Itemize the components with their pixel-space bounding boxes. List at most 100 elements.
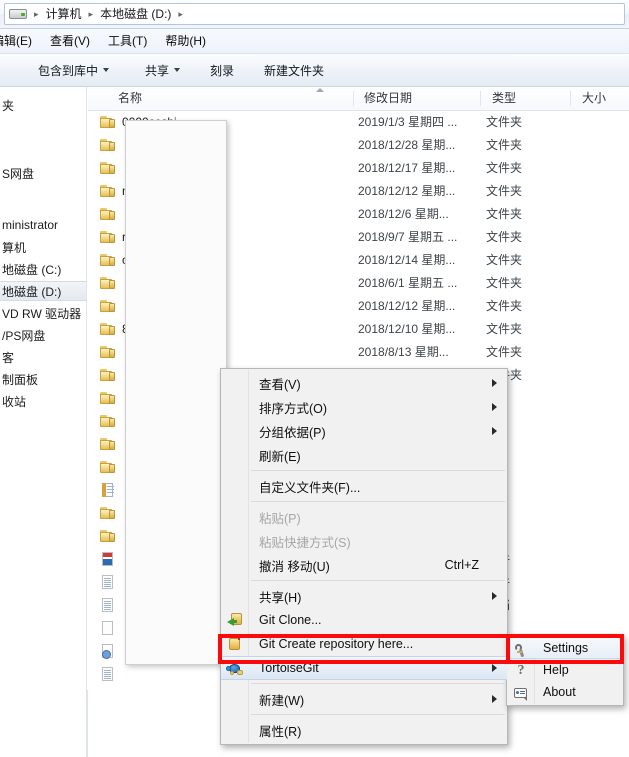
ctx-git-create-repo[interactable]: Git Create repository here...: [221, 632, 507, 656]
sidebar-item-netdisk[interactable]: S网盘: [0, 163, 87, 183]
file-type: 文件夹: [486, 115, 523, 129]
ctx-customize-folder[interactable]: 自定义文件夹(F)...: [221, 474, 507, 498]
about-info-icon: [513, 685, 529, 701]
ctx-undo-move[interactable]: 撤消 移动(U) Ctrl+Z: [221, 553, 507, 577]
ctx-new[interactable]: 新建(W): [221, 687, 507, 711]
breadcrumb-separator-2[interactable]: ▸: [174, 4, 187, 24]
explorer-window: ▸ 计算机 ▸ 本地磁盘 (D:) ▸ 编辑(E) 查看(V) 工具(T) 帮助…: [0, 0, 629, 757]
context-menu-item-label: 粘贴(P): [259, 511, 301, 526]
sidebar-item-blog[interactable]: 客: [0, 347, 87, 367]
breadcrumb[interactable]: ▸ 计算机 ▸ 本地磁盘 (D:) ▸: [4, 3, 625, 25]
sidebar-item-label: 地磁盘 (C:): [2, 262, 62, 277]
sidebar-item-label: ministrator: [2, 218, 59, 232]
file-type: 文件夹: [486, 345, 523, 359]
ctx-sort-by[interactable]: 排序方式(O): [221, 395, 507, 419]
file-name-overlay-panel: [125, 120, 227, 665]
sort-ascending-icon: [316, 88, 324, 92]
submenu-item-label: Settings: [543, 641, 589, 655]
sidebar-item-drive-d[interactable]: 地磁盘 (D:): [0, 281, 87, 301]
sidebar-item-label: VD RW 驱动器: [2, 306, 82, 321]
menu-tools[interactable]: 工具(T): [99, 30, 156, 52]
pane-divider[interactable]: [86, 87, 87, 757]
sidebar-item-label: 夹: [2, 98, 15, 113]
ctx-paste-shortcut: 粘贴快捷方式(S): [221, 529, 507, 553]
file-date-modified: 2018/9/7 星期五 ...: [358, 230, 458, 244]
menu-edit[interactable]: 编辑(E): [0, 30, 41, 52]
file-type: 文件夹: [486, 138, 523, 152]
context-menu-separator: [251, 683, 505, 684]
submenu-help[interactable]: ? Help: [507, 659, 623, 681]
context-menu-item-label: 自定义文件夹(F)...: [259, 480, 361, 495]
sidebar-item-folder[interactable]: 夹: [0, 95, 87, 115]
context-menu-shortcut: Ctrl+Z: [444, 558, 479, 572]
menu-view[interactable]: 查看(V): [41, 30, 99, 52]
column-type[interactable]: 类型: [484, 87, 516, 110]
file-type: 文件夹: [486, 299, 523, 313]
context-menu-item-label: 属性(R): [259, 724, 302, 739]
file-date-modified: 2018/12/12 星期...: [358, 184, 456, 198]
context-menu-item-label: 分组依据(P): [259, 425, 326, 440]
sidebar-item-label: 地磁盘 (D:): [2, 284, 62, 299]
sidebar-item-label: /PS网盘: [2, 328, 46, 343]
context-menu-separator: [251, 470, 505, 471]
context-menu-item-label: 粘贴快捷方式(S): [259, 535, 351, 550]
column-date-modified[interactable]: 修改日期: [356, 87, 412, 110]
cmd-share-label: 共享: [145, 63, 170, 78]
file-type: 文件夹: [486, 161, 523, 175]
sidebar-item-control-panel[interactable]: 制面板: [0, 369, 87, 389]
file-date-modified: 2018/12/17 星期...: [358, 161, 456, 175]
drive-icon: [9, 7, 27, 21]
sidebar-item-drive-c[interactable]: 地磁盘 (C:): [0, 259, 87, 279]
submenu-arrow-icon: [492, 379, 497, 387]
sidebar-item-computer[interactable]: 算机: [0, 237, 87, 257]
sidebar-item-wps-netdisk[interactable]: /PS网盘: [0, 325, 87, 345]
file-type: 文件夹: [486, 230, 523, 244]
file-date-modified: 2018/12/14 星期...: [358, 253, 456, 267]
column-size[interactable]: 大小: [574, 87, 606, 110]
context-menu-item-label: TortoiseGit: [259, 661, 319, 675]
help-question-icon: ?: [517, 663, 525, 678]
ctx-group-by[interactable]: 分组依据(P): [221, 419, 507, 443]
navigation-pane: 夹 S网盘 ministrator 算机地磁盘 (C:) 地磁盘 (D:) VD RW 驱…: [0, 87, 87, 757]
ctx-paste: 粘贴(P): [221, 505, 507, 529]
submenu-arrow-icon: [492, 695, 497, 703]
ctx-share[interactable]: 共享(H): [221, 584, 507, 608]
sidebar-item-label: 收站: [2, 394, 27, 409]
menu-help[interactable]: 帮助(H): [156, 30, 215, 52]
file-type: 文件夹: [486, 207, 523, 221]
file-date-modified: 2018/12/28 星期...: [358, 138, 456, 152]
cmd-burn-label: 刻录: [210, 63, 235, 78]
file-date-modified: 2018/8/13 星期...: [358, 345, 449, 359]
sidebar-item-administrator[interactable]: ministrator: [0, 215, 87, 235]
cmd-burn[interactable]: 刻录: [200, 58, 244, 83]
breadcrumb-item-drive-d[interactable]: 本地磁盘 (D:): [97, 4, 174, 24]
ctx-git-clone[interactable]: Git Clone...: [221, 608, 507, 632]
context-menu: 查看(V) 排序方式(O) 分组依据(P) 刷新(E) 自定义文件夹(F)... 粘贴(P…: [220, 368, 508, 745]
submenu-arrow-icon: [492, 592, 497, 600]
file-type: 文件夹: [486, 322, 523, 336]
sidebar-item-recycle-bin[interactable]: 收站: [0, 391, 87, 411]
ctx-properties[interactable]: 属性(R): [221, 718, 507, 742]
sidebar-item-dvd-rw[interactable]: VD RW 驱动器: [0, 303, 87, 323]
cmd-new-folder-label: 新建文件夹: [264, 63, 325, 78]
menu-bar: 编辑(E) 查看(V) 工具(T) 帮助(H): [0, 29, 629, 54]
breadcrumb-item-computer[interactable]: 计算机: [43, 4, 85, 24]
context-menu-item-label: 撤消 移动(U): [259, 559, 330, 574]
cmd-new-folder[interactable]: 新建文件夹: [254, 58, 334, 83]
git-create-repository-icon: [227, 634, 243, 652]
submenu-settings[interactable]: Settings: [507, 637, 623, 659]
submenu-about[interactable]: About: [507, 681, 623, 703]
chevron-down-icon: [103, 68, 110, 72]
file-date-modified: 2018/12/6 星期...: [358, 207, 449, 221]
column-name[interactable]: 名称: [110, 87, 142, 110]
file-date-modified: 2018/12/10 星期...: [358, 322, 456, 336]
wrench-icon: [513, 642, 529, 658]
cmd-include-in-library[interactable]: 包含到库中: [28, 58, 119, 83]
cmd-share[interactable]: 共享: [135, 58, 190, 83]
ctx-refresh[interactable]: 刷新(E): [221, 443, 507, 467]
context-menu-item-label: 刷新(E): [259, 449, 301, 464]
ctx-view[interactable]: 查看(V): [221, 371, 507, 395]
context-menu-separator: [251, 501, 505, 502]
context-menu-item-label: 排序方式(O): [259, 401, 328, 416]
ctx-tortoisegit[interactable]: TortoiseGit: [221, 656, 507, 680]
